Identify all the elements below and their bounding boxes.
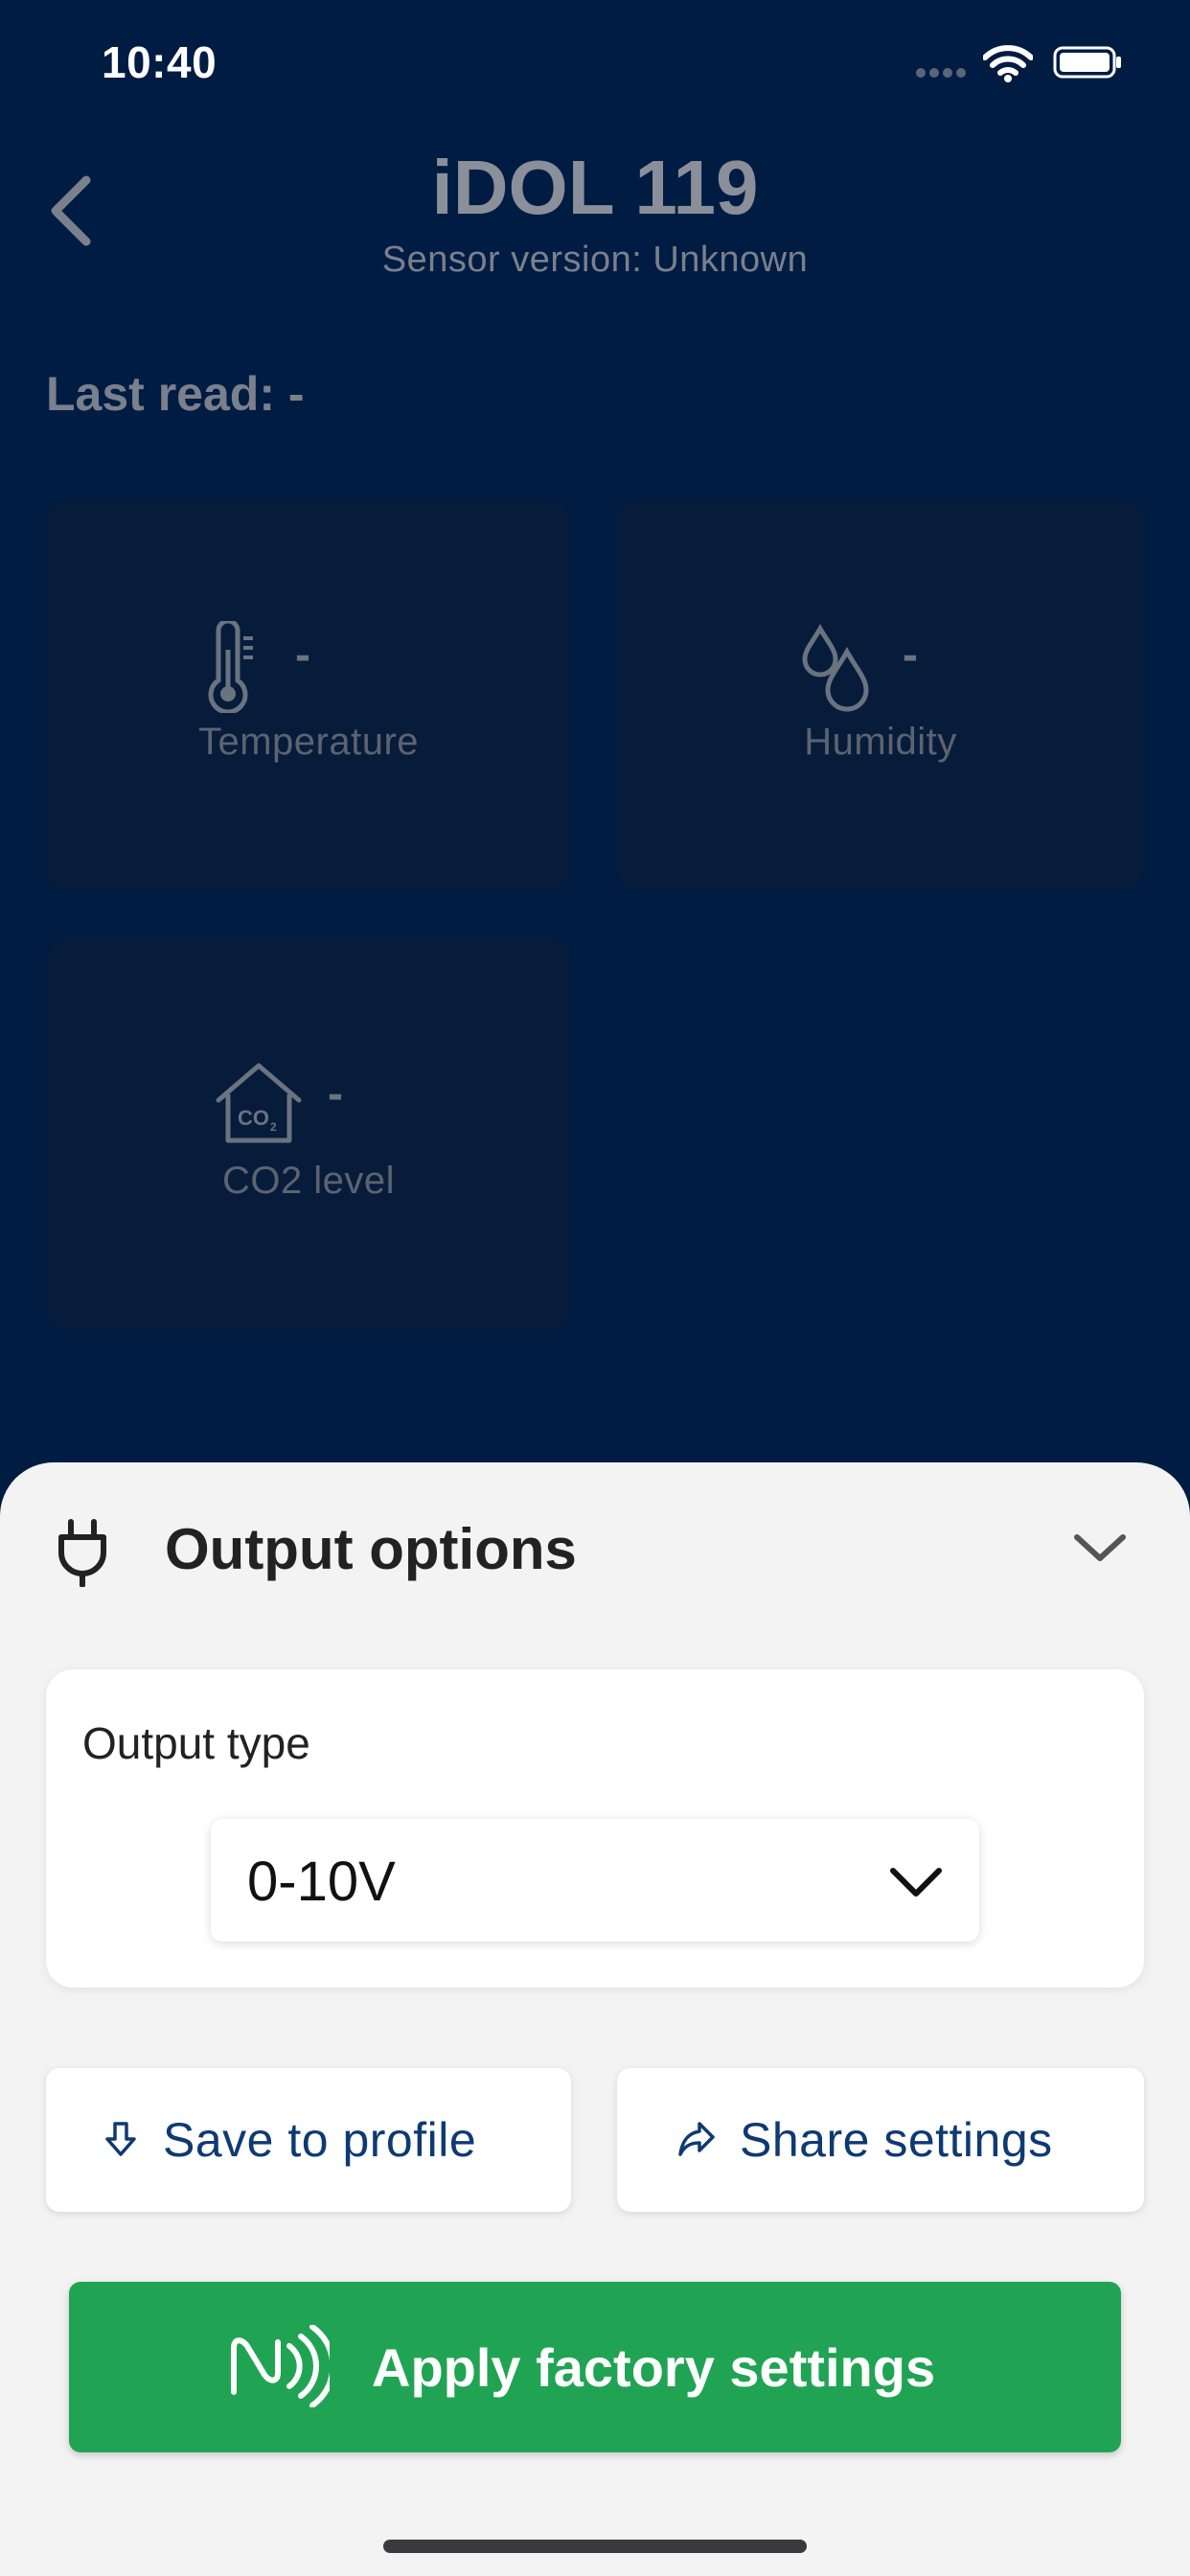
temperature-label: Temperature	[197, 721, 420, 763]
humidity-value: -	[903, 630, 918, 680]
output-type-value: 0-10V	[247, 1851, 396, 1913]
last-read: Last read: -	[46, 366, 305, 422]
last-read-label: Last read:	[46, 367, 275, 421]
sensor-version: Sensor version: Unknown	[381, 240, 809, 280]
thermometer-icon	[208, 621, 253, 713]
save-to-profile-button[interactable]: Save to profile	[46, 2068, 571, 2212]
co2-label: CO2 level	[221, 1160, 396, 1202]
plug-icon	[58, 1519, 106, 1587]
save-to-profile-label: Save to profile	[163, 2113, 477, 2167]
share-arrow-icon	[678, 2122, 715, 2156]
share-settings-button[interactable]: Share settings	[617, 2068, 1144, 2212]
output-type-label: Output type	[82, 1718, 310, 1768]
nfc-icon	[231, 2325, 330, 2407]
status-time: 10:40	[102, 37, 217, 87]
page-title: iDOL 119	[431, 145, 759, 230]
cellular-signal-icon	[916, 68, 966, 78]
humidity-label: Humidity	[804, 721, 957, 763]
last-read-value: -	[287, 367, 305, 421]
co2-house-icon: CO 2	[216, 1063, 302, 1143]
home-indicator[interactable]	[383, 2540, 807, 2553]
temperature-value: -	[295, 630, 310, 680]
co2-value: -	[328, 1069, 343, 1119]
humidity-tile: - Humidity	[617, 498, 1144, 891]
svg-text:CO: CO	[238, 1106, 269, 1130]
apply-factory-settings-label: Apply factory settings	[372, 2337, 936, 2398]
wifi-icon	[983, 45, 1033, 82]
download-arrow-icon	[105, 2122, 136, 2156]
collapse-chevron-icon[interactable]	[1071, 1530, 1129, 1564]
sheet-title: Output options	[165, 1517, 577, 1581]
droplets-icon	[802, 623, 869, 712]
battery-icon	[1053, 46, 1121, 79]
co2-tile: CO 2 - CO2 level	[46, 937, 571, 1330]
svg-text:2: 2	[270, 1120, 277, 1134]
chevron-down-icon	[890, 1868, 942, 1897]
share-settings-label: Share settings	[740, 2113, 1053, 2167]
temperature-tile: - Temperature	[46, 498, 571, 891]
